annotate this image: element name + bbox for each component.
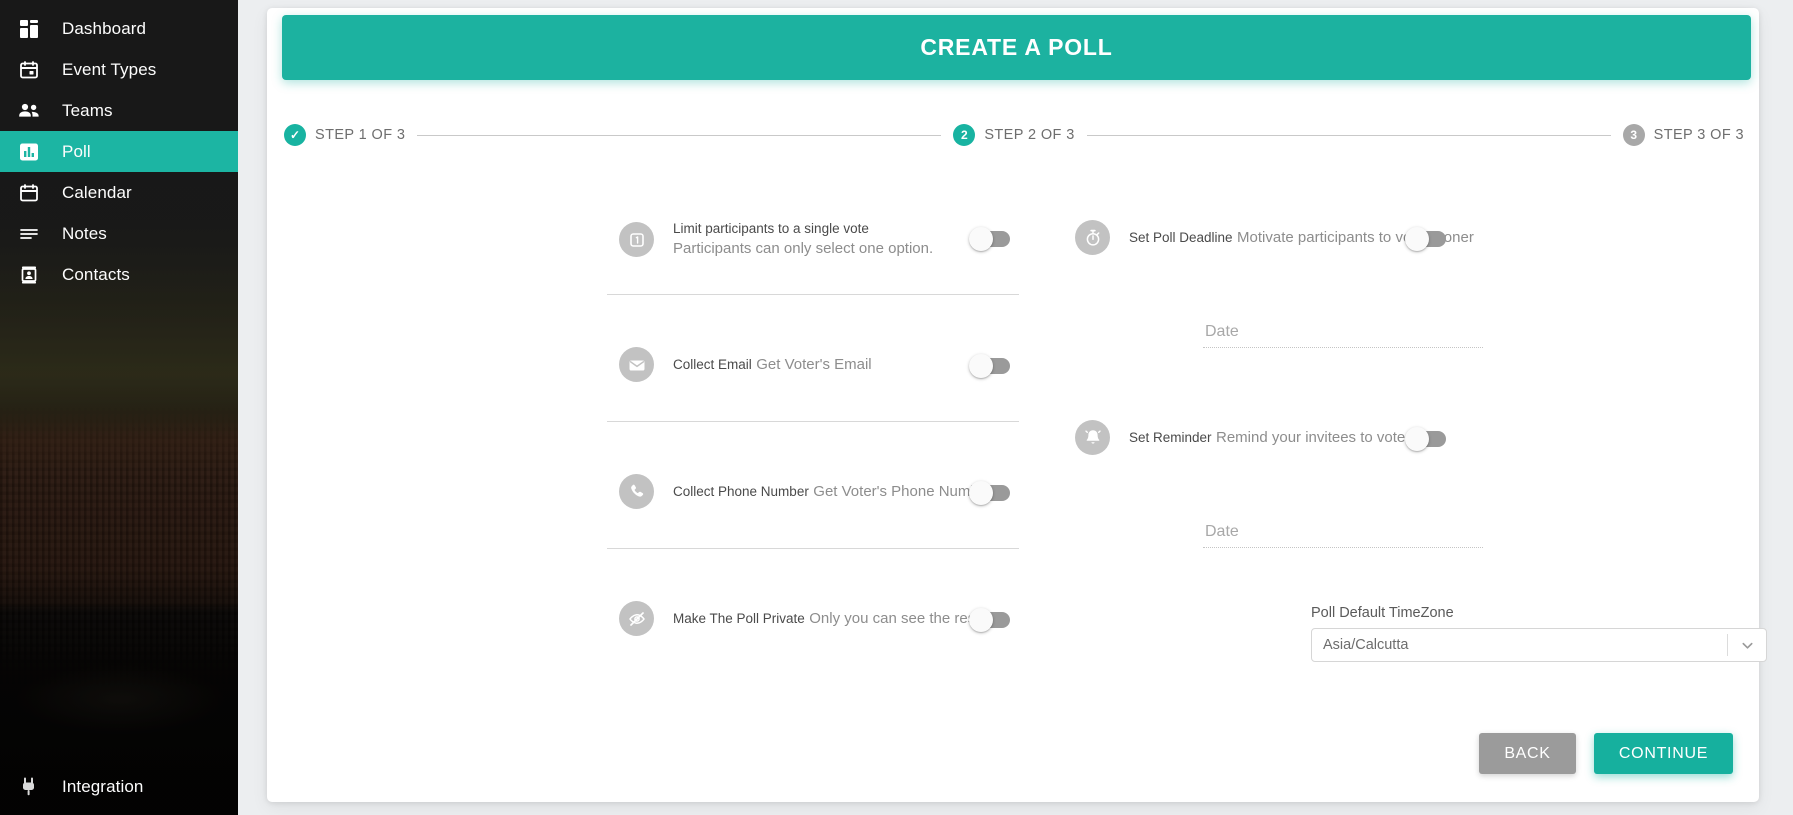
sidebar: Dashboard Event Types Teams Poll Calenda…: [0, 0, 238, 815]
lines-icon: [18, 223, 40, 245]
sidebar-item-poll[interactable]: Poll: [0, 131, 238, 172]
option-text: Set Reminder Remind your invitees to vot…: [1129, 427, 1409, 448]
sidebar-item-label: Teams: [62, 100, 113, 120]
option-text: Collect Email Get Voter's Email: [673, 354, 872, 375]
step-2-label: STEP 2 OF 3: [984, 127, 1075, 143]
toggle-make-poll-private[interactable]: [969, 608, 1010, 632]
toggle-knob: [969, 227, 993, 251]
step-2-badge: 2: [953, 124, 976, 146]
sidebar-item-dashboard[interactable]: Dashboard: [0, 8, 238, 49]
option-text: Limit participants to a single vote Part…: [673, 220, 1013, 259]
eye-slash-icon: [619, 601, 654, 636]
timezone-label: Poll Default TimeZone: [1311, 605, 1454, 621]
dashboard-icon: [18, 18, 40, 40]
page-banner: CREATE A POLL: [282, 15, 1751, 80]
toggle-knob: [969, 608, 993, 632]
option-set-reminder: Set Reminder Remind your invitees to vot…: [1075, 420, 1409, 455]
bell-icon: [1075, 420, 1110, 455]
reminder-date-field[interactable]: Date: [1179, 523, 1504, 548]
bar-chart-icon: [18, 141, 40, 163]
continue-button[interactable]: CONTINUE: [1594, 733, 1733, 774]
step-3-label: STEP 3 OF 3: [1653, 127, 1745, 143]
sidebar-item-label: Contacts: [62, 264, 130, 284]
people-icon: [18, 100, 40, 122]
sidebar-item-event-types[interactable]: Event Types: [0, 49, 238, 90]
main-stage: CREATE A POLL ✓ STEP 1 OF 3 2 STEP 2 OF …: [238, 0, 1793, 815]
sidebar-item-label: Dashboard: [62, 18, 147, 38]
sidebar-item-label: Event Types: [62, 59, 157, 79]
timezone-select[interactable]: Asia/Calcutta: [1311, 628, 1767, 662]
option-title: Make The Poll Private: [673, 611, 805, 626]
step-2[interactable]: 2 STEP 2 OF 3: [953, 124, 1074, 146]
toggle-knob: [969, 481, 993, 505]
back-button[interactable]: BACK: [1479, 733, 1576, 774]
sidebar-item-integration[interactable]: Integration: [0, 766, 238, 807]
sidebar-item-label: Poll: [62, 141, 91, 161]
sidebar-item-calendar[interactable]: Calendar: [0, 172, 238, 213]
option-text: Collect Phone Number Get Voter's Phone N…: [673, 481, 992, 502]
option-subtitle: Get Voter's Phone Number: [813, 483, 993, 500]
option-title: Set Poll Deadline: [1129, 230, 1233, 245]
number-one-icon: [619, 222, 654, 257]
envelope-icon: [619, 347, 654, 382]
options-columns: Limit participants to a single vote Part…: [267, 183, 1759, 683]
deadline-date-field[interactable]: Date: [1179, 323, 1504, 348]
option-make-poll-private: Make The Poll Private Only you can see t…: [619, 601, 1003, 636]
option-title: Limit participants to a single vote: [673, 221, 869, 236]
step-1-badge: ✓: [284, 124, 306, 146]
plug-icon: [18, 776, 40, 798]
deadline-date-underline: [1203, 347, 1483, 348]
sidebar-item-contacts[interactable]: Contacts: [0, 254, 238, 295]
calendar-event-icon: [18, 59, 40, 81]
option-collect-phone: Collect Phone Number Get Voter's Phone N…: [619, 474, 992, 509]
stepper: ✓ STEP 1 OF 3 2 STEP 2 OF 3 3 STEP 3 OF …: [284, 121, 1744, 149]
sidebar-item-label: Notes: [62, 223, 107, 243]
option-subtitle: Participants can only select one option.: [673, 240, 934, 257]
option-divider-2: [607, 421, 1019, 422]
stopwatch-icon: [1075, 220, 1110, 255]
option-title: Collect Phone Number: [673, 484, 809, 499]
option-title: Set Reminder: [1129, 430, 1212, 445]
option-subtitle: Get Voter's Email: [756, 356, 872, 373]
step-connector-1: [417, 134, 942, 136]
calendar-icon: [18, 182, 40, 204]
step-connector-2: [1086, 134, 1611, 136]
sidebar-nav: Dashboard Event Types Teams Poll Calenda…: [0, 0, 238, 295]
left-options-column: Limit participants to a single vote Part…: [267, 183, 1019, 683]
step-1-label: STEP 1 OF 3: [315, 127, 406, 143]
toggle-set-reminder[interactable]: [1405, 427, 1446, 451]
option-text: Make The Poll Private Only you can see t…: [673, 608, 1003, 629]
timezone-value: Asia/Calcutta: [1323, 637, 1409, 653]
toggle-knob: [1405, 427, 1429, 451]
toggle-collect-email[interactable]: [969, 354, 1010, 378]
sidebar-item-teams[interactable]: Teams: [0, 90, 238, 131]
option-limit-single-vote: Limit participants to a single vote Part…: [619, 220, 1013, 259]
sidebar-item-label: Integration: [62, 776, 144, 796]
toggle-knob: [969, 354, 993, 378]
sidebar-item-notes[interactable]: Notes: [0, 213, 238, 254]
step-3-badge: 3: [1622, 124, 1645, 146]
deadline-date-value: Date: [1205, 323, 1239, 340]
contact-card-icon: [18, 264, 40, 286]
phone-icon: [619, 474, 654, 509]
option-divider-3: [607, 548, 1019, 549]
option-subtitle: Remind your invitees to vote.: [1216, 429, 1410, 446]
option-collect-email: Collect Email Get Voter's Email: [619, 347, 872, 382]
sidebar-item-label: Calendar: [62, 182, 132, 202]
toggle-collect-phone[interactable]: [969, 481, 1010, 505]
reminder-date-underline: [1203, 547, 1483, 548]
step-3[interactable]: 3 STEP 3 OF 3: [1622, 124, 1745, 146]
page-title: CREATE A POLL: [920, 34, 1113, 60]
toggle-limit-single-vote[interactable]: [969, 227, 1010, 251]
toggle-set-poll-deadline[interactable]: [1405, 227, 1446, 251]
step-1[interactable]: ✓ STEP 1 OF 3: [284, 124, 405, 146]
chevron-down-icon[interactable]: [1728, 629, 1766, 661]
create-poll-card: CREATE A POLL ✓ STEP 1 OF 3 2 STEP 2 OF …: [267, 8, 1767, 802]
option-title: Collect Email: [673, 357, 752, 372]
option-divider-1: [607, 294, 1019, 295]
reminder-date-value: Date: [1205, 523, 1239, 540]
toggle-knob: [1405, 227, 1429, 251]
form-actions: BACK CONTINUE: [1479, 733, 1733, 774]
sidebar-footer: Integration: [0, 766, 238, 807]
